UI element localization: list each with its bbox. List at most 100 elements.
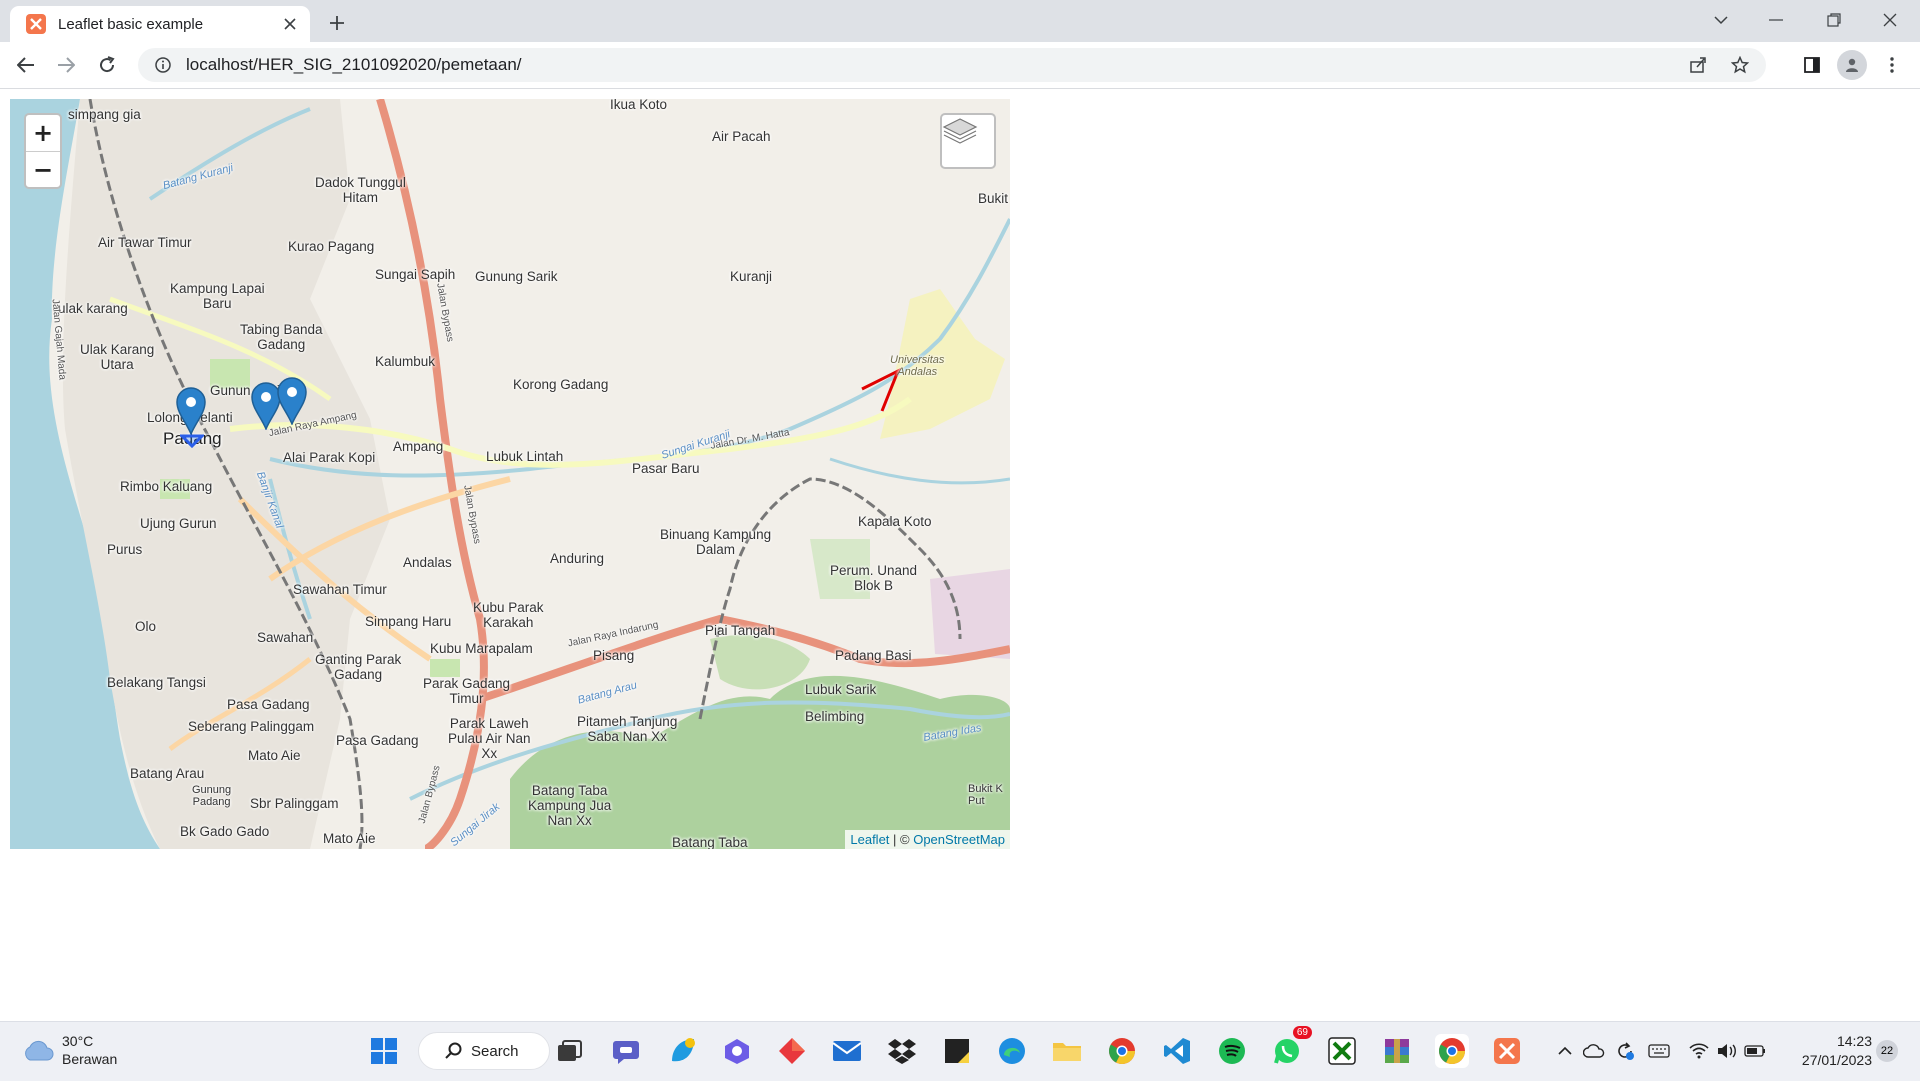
browser-tab-bar: Leaflet basic example	[0, 0, 1920, 42]
map-label: Ampang	[393, 439, 444, 454]
new-tab-icon[interactable]	[322, 8, 352, 38]
map-label: Kurao Pagang	[288, 239, 375, 254]
vscode-icon[interactable]	[1160, 1034, 1194, 1068]
tab-search-chevron-icon[interactable]	[1693, 0, 1749, 40]
weather-widget[interactable]: 30°C Berawan	[22, 1032, 117, 1068]
forward-icon[interactable]	[50, 49, 82, 81]
map-label: Bk Gado Gado	[180, 824, 270, 839]
task-view-icon[interactable]	[553, 1034, 587, 1068]
leaflet-map[interactable]: simpang gia Ikua Koto Air Pacah Bukit Da…	[10, 99, 1010, 849]
teams-chat-icon[interactable]	[609, 1034, 643, 1068]
keyboard-icon[interactable]	[1645, 1034, 1673, 1068]
file-explorer-icon[interactable]	[1050, 1034, 1084, 1068]
system-clock[interactable]: 14:23 27/01/2023	[1782, 1032, 1872, 1070]
battery-icon[interactable]	[1741, 1034, 1769, 1068]
spotify-icon[interactable]	[1215, 1034, 1249, 1068]
chrome-active-icon[interactable]	[1435, 1034, 1469, 1068]
map-label: Dadok Tunggul Hitam	[315, 175, 406, 205]
map-label: Batang Taba Kampung Jua Nan Xx	[528, 783, 612, 828]
map-label: Olo	[135, 619, 157, 634]
xampp-icon[interactable]	[1490, 1034, 1524, 1068]
onedrive-cloud-icon[interactable]	[1580, 1034, 1608, 1068]
attribution-separator: | ©	[889, 832, 914, 847]
map-label: ulak karang	[58, 301, 128, 316]
map-label: Bukit K Put	[968, 783, 1003, 807]
whatsapp-icon[interactable]: 69	[1270, 1026, 1312, 1068]
zoom-control: + −	[24, 113, 62, 189]
map-label: Tabing Banda Gadang	[240, 322, 323, 352]
winrar-icon[interactable]	[1380, 1034, 1414, 1068]
map-label: Alai Parak Kopi	[283, 450, 376, 465]
map-label: Bukit	[978, 191, 1009, 206]
map-label: Kalumbuk	[375, 354, 436, 369]
map-label: Kuranji	[730, 269, 773, 284]
menu-kebab-icon[interactable]	[1876, 49, 1908, 81]
openstreetmap-link[interactable]: OpenStreetMap	[913, 832, 1005, 847]
leaflet-link[interactable]: Leaflet	[850, 832, 889, 847]
side-panel-icon[interactable]	[1796, 49, 1828, 81]
xbox-icon[interactable]	[1325, 1034, 1359, 1068]
map-label: Kubu Marapalam	[430, 641, 533, 656]
url-text: localhost/HER_SIG_2101092020/pemetaan/	[186, 55, 522, 74]
map-label: Lubuk Lintah	[486, 449, 564, 464]
reload-icon[interactable]	[91, 49, 123, 81]
map-marker-pin[interactable]	[277, 377, 307, 425]
map-label: Seberang Palinggam	[188, 719, 315, 734]
address-bar[interactable]: localhost/HER_SIG_2101092020/pemetaan/	[138, 48, 1766, 82]
close-window-icon[interactable]	[1862, 0, 1918, 40]
map-label: Ganting Parak Gadang	[315, 652, 402, 682]
search-icon	[445, 1042, 462, 1059]
show-hidden-icons-chevron-icon[interactable]	[1551, 1034, 1579, 1068]
map-label: Pitameh Tanjung Saba Nan Xx	[577, 714, 678, 744]
red-diamond-app-icon[interactable]	[775, 1034, 809, 1068]
app-icon-blue-leaf[interactable]	[665, 1034, 699, 1068]
dropbox-icon[interactable]	[885, 1034, 919, 1068]
search-label: Search	[471, 1042, 519, 1060]
map-label: Pisang	[593, 648, 635, 663]
volume-icon[interactable]	[1713, 1034, 1741, 1068]
clock-time: 14:23	[1836, 1033, 1872, 1049]
restore-icon[interactable]	[1806, 0, 1862, 40]
layers-icon	[942, 118, 978, 144]
map-attribution: Leaflet | © OpenStreetMap	[845, 830, 1010, 849]
back-icon[interactable]	[10, 49, 42, 81]
weather-desc: Berawan	[62, 1051, 118, 1067]
tab-close-icon[interactable]	[276, 10, 304, 38]
site-info-icon[interactable]	[148, 57, 178, 73]
map-label: Belakang Tangsi	[107, 675, 206, 690]
layers-control-button[interactable]	[940, 113, 996, 169]
map-label: Mato Aie	[323, 831, 376, 846]
minimize-icon[interactable]	[1748, 0, 1804, 40]
tab-title: Leaflet basic example	[58, 15, 204, 33]
map-label: Mato Aie	[248, 748, 301, 763]
map-label: Ujung Gurun	[140, 516, 217, 531]
sync-icon[interactable]	[1611, 1034, 1639, 1068]
sticky-notes-icon[interactable]	[940, 1034, 974, 1068]
map-label: Sbr Palinggam	[250, 796, 339, 811]
map-marker-pin[interactable]	[176, 387, 206, 435]
bookmark-star-icon[interactable]	[1724, 49, 1756, 81]
map-label: Binuang Kampung Dalam	[660, 527, 772, 557]
map-label: simpang gia	[68, 107, 141, 122]
zoom-out-button[interactable]: −	[26, 152, 60, 187]
wifi-icon[interactable]	[1685, 1034, 1713, 1068]
mail-icon[interactable]	[830, 1034, 864, 1068]
profile-avatar[interactable]	[1836, 49, 1868, 81]
map-polygon-shape[interactable]	[180, 432, 204, 448]
edge-browser-icon[interactable]	[995, 1034, 1029, 1068]
chrome-icon[interactable]	[1105, 1034, 1139, 1068]
map-label: Lubuk Sarik	[805, 682, 877, 697]
browser-tab[interactable]: Leaflet basic example	[10, 6, 310, 42]
map-label: Sawahan Timur	[293, 582, 387, 597]
browser-toolbar: localhost/HER_SIG_2101092020/pemetaan/	[0, 42, 1920, 89]
taskbar-search[interactable]: Search	[418, 1032, 550, 1070]
share-icon[interactable]	[1682, 49, 1714, 81]
map-label: Anduring	[550, 551, 605, 566]
windows-start-icon[interactable]	[367, 1034, 401, 1068]
zoom-in-button[interactable]: +	[26, 115, 60, 152]
notification-count-badge[interactable]: 22	[1876, 1040, 1898, 1062]
map-label: Batang Taba	[672, 835, 748, 849]
copilot-icon[interactable]	[720, 1034, 754, 1068]
map-label: Sungai Sapih	[375, 267, 456, 282]
map-label: Simpang Haru	[365, 614, 452, 629]
